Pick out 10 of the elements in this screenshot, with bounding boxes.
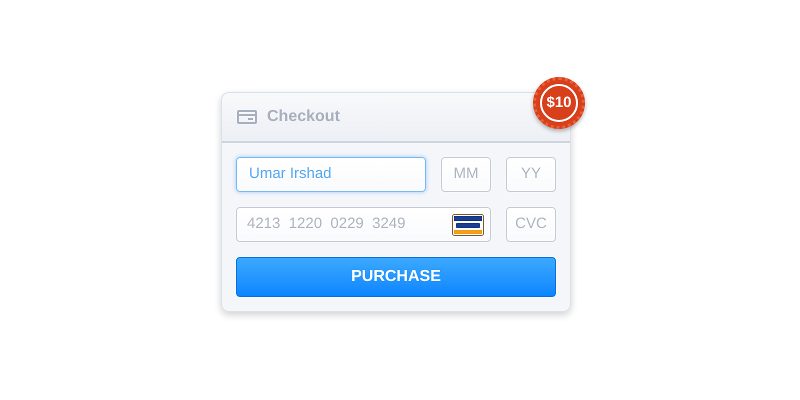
card-title: Checkout: [267, 107, 340, 127]
input-field[interactable]: Umar Irshad: [236, 157, 426, 192]
input-field[interactable]: 4213 1220 0229 3249: [236, 207, 491, 242]
card-logo-icon: [452, 214, 484, 236]
purchase-button[interactable]: PURCHASE: [236, 257, 556, 297]
credit-card-icon: [237, 110, 257, 124]
input-field[interactable]: CVC: [506, 207, 556, 242]
price-badge: $10: [533, 77, 585, 129]
input-field[interactable]: YY: [506, 157, 556, 192]
input-field[interactable]: MM: [441, 157, 491, 192]
